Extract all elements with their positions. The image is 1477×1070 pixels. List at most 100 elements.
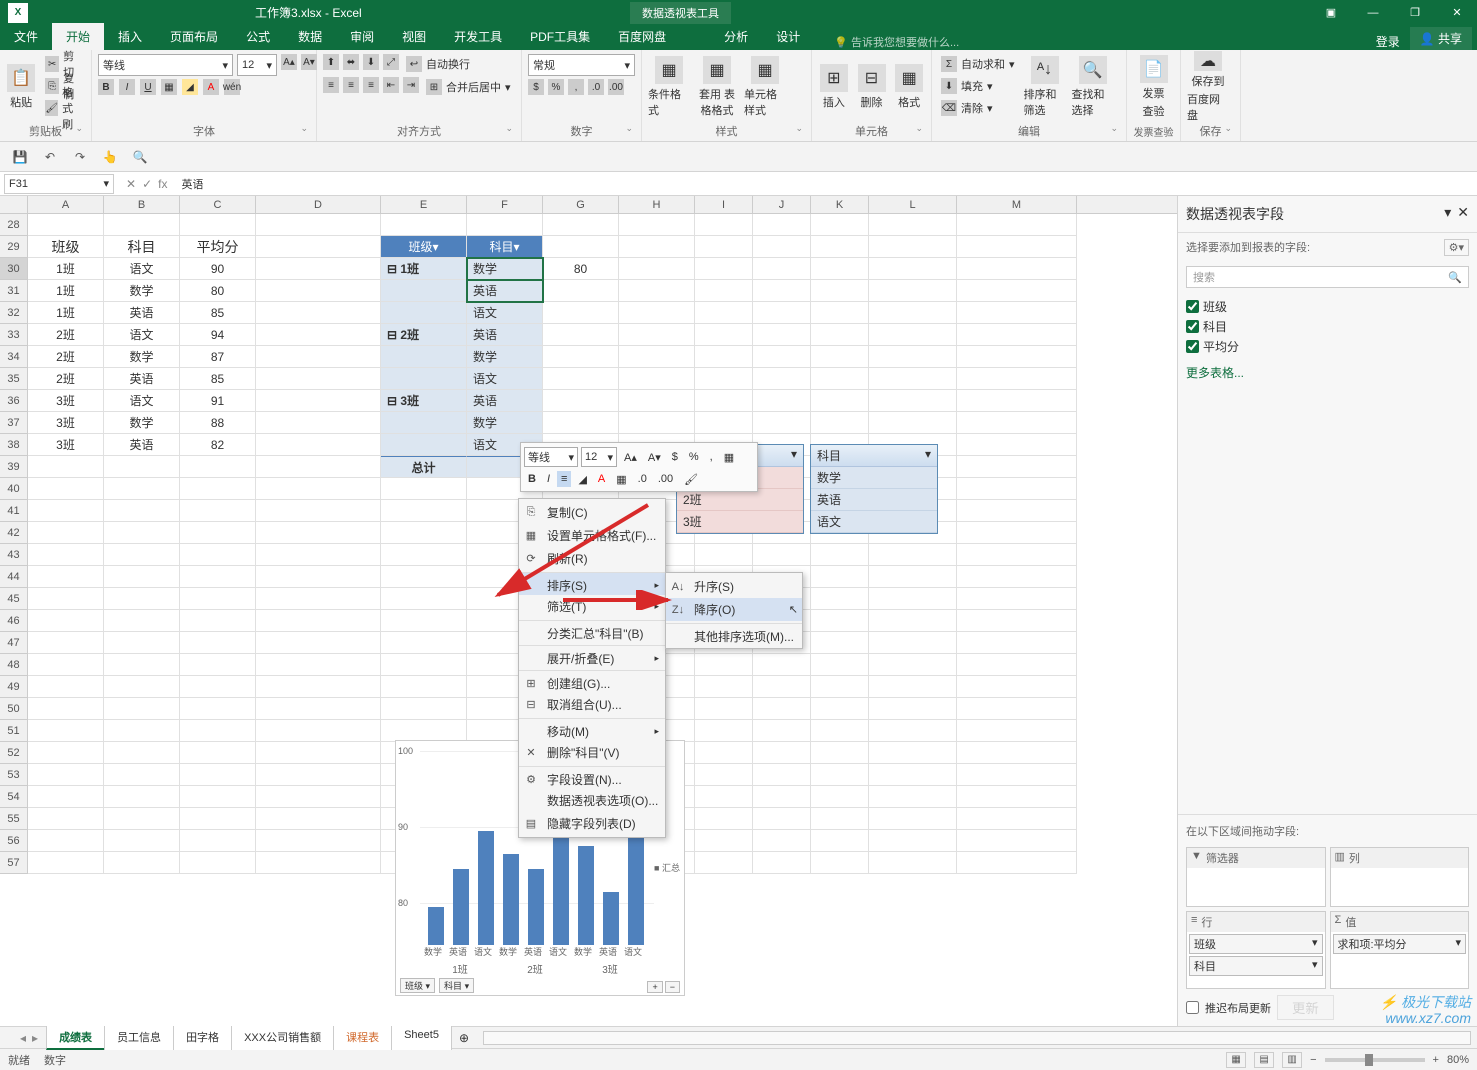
cell[interactable]: [543, 368, 619, 390]
cell[interactable]: [543, 412, 619, 434]
cell[interactable]: [180, 522, 256, 544]
cancel-formula-icon[interactable]: ✕: [126, 177, 136, 191]
cell[interactable]: [619, 390, 695, 412]
mini-dec-dec-icon[interactable]: .00: [654, 471, 677, 487]
cell[interactable]: [753, 280, 811, 302]
cell[interactable]: 语文: [104, 258, 180, 280]
cell[interactable]: [381, 280, 467, 302]
cell[interactable]: [811, 544, 869, 566]
cell[interactable]: [104, 786, 180, 808]
mini-painter-icon[interactable]: 🖌: [680, 471, 702, 488]
cell[interactable]: [957, 544, 1077, 566]
cell[interactable]: 班级: [28, 236, 104, 258]
cell[interactable]: [256, 544, 381, 566]
cell[interactable]: [381, 632, 467, 654]
sheet-tab[interactable]: 员工信息: [104, 1025, 174, 1050]
cell[interactable]: [381, 720, 467, 742]
mini-align-icon[interactable]: ≡: [557, 471, 571, 487]
sheet-tab[interactable]: 田字格: [173, 1025, 232, 1050]
row-header[interactable]: 44: [0, 566, 28, 588]
cell[interactable]: [753, 786, 811, 808]
cell[interactable]: [180, 786, 256, 808]
col-header-H[interactable]: H: [619, 196, 695, 213]
col-header-C[interactable]: C: [180, 196, 256, 213]
cell[interactable]: [695, 654, 753, 676]
cell[interactable]: 2班: [28, 368, 104, 390]
cell[interactable]: 英语: [104, 368, 180, 390]
col-header-L[interactable]: L: [869, 196, 957, 213]
cell[interactable]: [28, 544, 104, 566]
tab-file[interactable]: 文件: [0, 23, 52, 50]
cell[interactable]: [104, 456, 180, 478]
ctx-format-cells[interactable]: ▦设置单元格格式(F)...: [519, 524, 665, 547]
mini-size-dropdown[interactable]: 12▾: [581, 447, 617, 467]
cell[interactable]: 英语: [467, 280, 543, 302]
zoom-slider[interactable]: [1325, 1058, 1425, 1062]
cell[interactable]: [381, 588, 467, 610]
cell[interactable]: [256, 808, 381, 830]
cell[interactable]: [957, 742, 1077, 764]
cell[interactable]: [256, 830, 381, 852]
tell-me-input[interactable]: 💡 告诉我您想要做什么...: [834, 34, 959, 50]
tab-home[interactable]: 开始: [52, 23, 104, 50]
cell[interactable]: 1班: [28, 280, 104, 302]
cell[interactable]: [869, 654, 957, 676]
cell[interactable]: [104, 720, 180, 742]
cell[interactable]: [695, 324, 753, 346]
cell[interactable]: 1班: [28, 302, 104, 324]
cell[interactable]: [869, 698, 957, 720]
ctx-group[interactable]: ⊞创建组(G)...: [519, 670, 665, 693]
sheet-tab[interactable]: XXX公司销售额: [231, 1025, 334, 1050]
field-box-class-item[interactable]: 3班: [677, 511, 803, 533]
font-color-button[interactable]: A: [203, 79, 219, 95]
cell[interactable]: 英语: [467, 324, 543, 346]
ctx-sort-desc[interactable]: Z↓降序(O) ↖: [666, 598, 802, 621]
row-header[interactable]: 28: [0, 214, 28, 236]
cell[interactable]: [28, 654, 104, 676]
align-left-icon[interactable]: ≡: [323, 77, 339, 93]
tab-page-layout[interactable]: 页面布局: [156, 23, 232, 50]
area-rows[interactable]: ≡行 班级▾科目▾: [1186, 911, 1326, 989]
bold-button[interactable]: B: [98, 79, 114, 95]
tab-design[interactable]: 设计: [762, 23, 814, 50]
cell[interactable]: [28, 456, 104, 478]
cell[interactable]: 数学: [467, 412, 543, 434]
cell[interactable]: [104, 830, 180, 852]
cell[interactable]: 语文: [104, 390, 180, 412]
tab-baidu[interactable]: 百度网盘: [604, 23, 680, 50]
cell[interactable]: [28, 786, 104, 808]
cell[interactable]: [381, 698, 467, 720]
cell[interactable]: [619, 214, 695, 236]
indent-decrease-icon[interactable]: ⇤: [383, 77, 399, 93]
sheet-nav-next-icon[interactable]: ▸: [32, 1031, 38, 1045]
cell[interactable]: [753, 764, 811, 786]
cell[interactable]: 85: [180, 302, 256, 324]
cell[interactable]: 平均分: [180, 236, 256, 258]
row-header[interactable]: 29: [0, 236, 28, 258]
cell[interactable]: [695, 786, 753, 808]
cell[interactable]: 91: [180, 390, 256, 412]
align-center-icon[interactable]: ≡: [343, 77, 359, 93]
cell[interactable]: [104, 742, 180, 764]
cell[interactable]: [695, 764, 753, 786]
cell[interactable]: [957, 214, 1077, 236]
ctx-sort[interactable]: 排序(S)▸: [519, 572, 665, 595]
tab-pdf-tools[interactable]: PDF工具集: [516, 23, 604, 50]
col-header-J[interactable]: J: [753, 196, 811, 213]
cell[interactable]: [180, 654, 256, 676]
cell[interactable]: [104, 698, 180, 720]
cell[interactable]: [869, 346, 957, 368]
cell[interactable]: [543, 324, 619, 346]
cell[interactable]: [619, 280, 695, 302]
align-bottom-icon[interactable]: ⬇: [363, 54, 379, 70]
cell[interactable]: 班级 ▾: [381, 236, 467, 258]
cell[interactable]: [957, 236, 1077, 258]
cell[interactable]: 数学: [104, 412, 180, 434]
clear-button[interactable]: ⌫清除▾: [938, 98, 1018, 118]
area-row-item[interactable]: 科目▾: [1189, 956, 1323, 976]
currency-button[interactable]: $: [528, 79, 544, 95]
cell[interactable]: [256, 588, 381, 610]
cell[interactable]: 英语: [104, 434, 180, 456]
cell[interactable]: [753, 676, 811, 698]
cell[interactable]: [104, 654, 180, 676]
